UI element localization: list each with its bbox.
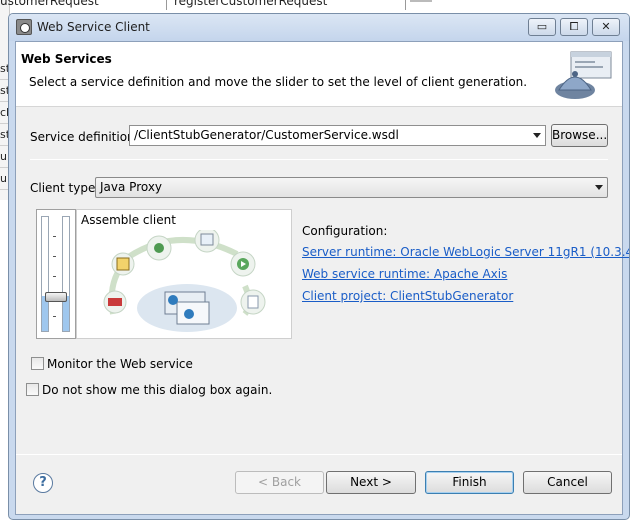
web-service-runtime-link[interactable]: Web service runtime: Apache Axis (302, 267, 507, 281)
service-definition-combo[interactable]: /ClientStubGenerator/CustomerService.wsd… (129, 125, 546, 146)
dialog-content: Web Services Select a service definition… (15, 41, 629, 515)
window-title: Web Service Client (37, 20, 150, 34)
page-title: Web Services (21, 52, 112, 66)
slider-track[interactable] (41, 216, 49, 332)
back-button[interactable]: < Back (235, 471, 324, 494)
generation-level-label: Assemble client (81, 213, 176, 227)
title-bar[interactable]: Web Service Client ▭ ⧠ ✕ (9, 14, 629, 41)
slider-tick (53, 316, 56, 317)
background-divider (166, 0, 167, 10)
slider-tick (53, 236, 56, 237)
background-item: registerCustomerRequest (174, 0, 328, 8)
page-description: Select a service definition and move the… (29, 75, 528, 89)
monitor-web-service-label: Monitor the Web service (47, 357, 193, 371)
browse-button[interactable]: Browse... (551, 124, 608, 147)
footer-separator (16, 454, 622, 455)
chevron-down-icon (533, 133, 541, 138)
do-not-show-checkbox[interactable] (26, 383, 39, 396)
service-definition-label: Service definition: (30, 130, 139, 144)
maximize-button[interactable]: ⧠ (560, 18, 588, 36)
web-service-banner-icon (555, 51, 612, 99)
help-icon[interactable]: ? (33, 473, 53, 493)
background-divider (405, 0, 406, 10)
web-service-lifecycle-icon (103, 230, 266, 332)
service-definition-value: /ClientStubGenerator/CustomerService.wsd… (134, 128, 399, 142)
server-runtime-link[interactable]: Server runtime: Oracle WebLogic Server 1… (302, 245, 629, 259)
next-button[interactable]: Next > (326, 471, 416, 494)
minimize-button[interactable]: ▭ (528, 18, 556, 36)
wizard-header: Web Services Select a service definition… (16, 42, 622, 107)
generation-level-illustration: Assemble client (76, 209, 292, 339)
slider-tick (53, 276, 56, 277)
close-button[interactable]: ✕ (592, 18, 620, 36)
client-generation-slider (36, 209, 76, 339)
client-project-link[interactable]: Client project: ClientStubGenerator (302, 289, 513, 303)
slider-tick (53, 256, 56, 257)
chevron-down-icon (595, 185, 603, 190)
web-service-client-dialog: Web Service Client ▭ ⧠ ✕ Web Services Se… (8, 13, 630, 520)
cancel-button[interactable]: Cancel (523, 471, 612, 494)
client-type-combo[interactable]: Java Proxy (95, 177, 608, 198)
arrow-icon (410, 0, 432, 6)
separator (30, 159, 608, 160)
finish-button[interactable]: Finish (425, 471, 514, 494)
client-type-value: Java Proxy (100, 180, 163, 194)
configuration-title: Configuration: (302, 224, 388, 238)
client-type-label: Client type: (30, 181, 100, 195)
app-icon (16, 19, 32, 35)
background-item: ustomerRequest (0, 0, 99, 8)
slider-thumb[interactable] (45, 292, 67, 302)
monitor-web-service-checkbox[interactable] (31, 357, 44, 370)
slider-track[interactable] (62, 216, 70, 332)
do-not-show-label: Do not show me this dialog box again. (42, 383, 273, 397)
